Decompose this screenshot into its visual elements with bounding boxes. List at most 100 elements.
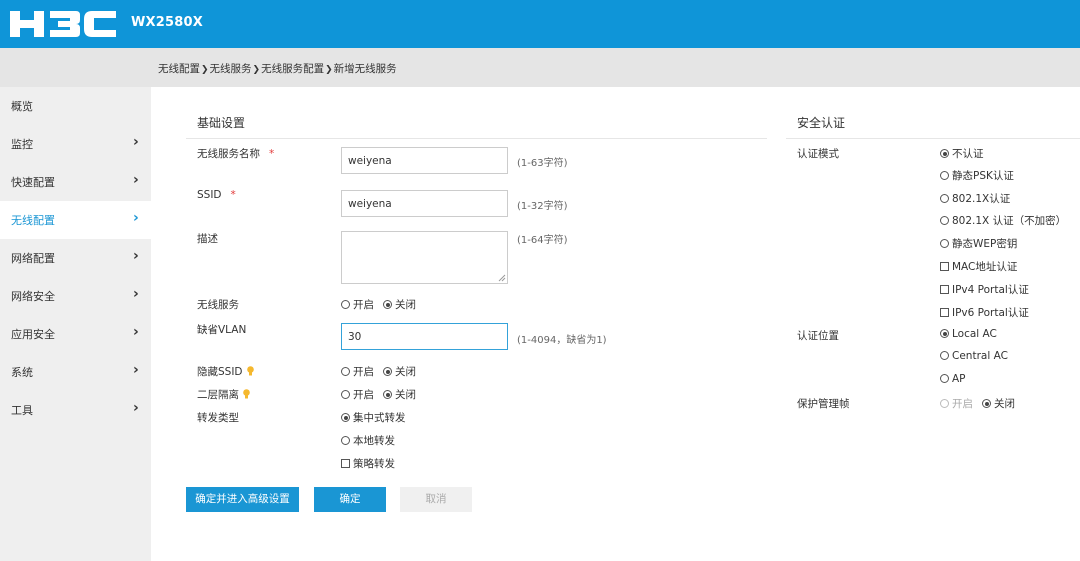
radio-label: 不认证 (952, 148, 984, 160)
chevron-right-icon: › (133, 172, 139, 188)
lightbulb-icon[interactable] (243, 389, 250, 399)
checkbox-icon (940, 285, 949, 294)
auth-static-wep-radio[interactable]: 静态WEP密钥 (940, 236, 1017, 251)
forward-local-radio[interactable]: 本地转发 (341, 433, 395, 448)
resize-grip-icon[interactable] (498, 274, 506, 282)
radio-checked-icon (383, 390, 392, 399)
auth-mac-checkbox[interactable]: MAC地址认证 (940, 259, 1017, 274)
field-label-text: 隐藏SSID (197, 366, 243, 378)
wireless-service-on-radio[interactable]: 开启 (341, 297, 374, 312)
radio-label: 802.1X认证 (952, 193, 1011, 205)
sidebar-item-system[interactable]: 系统 › (0, 353, 151, 391)
radio-icon (341, 367, 350, 376)
ok-button[interactable]: 确定 (314, 487, 386, 512)
chevron-right-icon: › (133, 248, 139, 264)
radio-label: 关闭 (395, 299, 416, 311)
sidebar: 概览 监控 › 快速配置 › 无线配置 › 网络配置 › 网络安全 › 应用安全… (0, 87, 151, 561)
radio-label: Local AC (952, 328, 997, 340)
auth-local-ac-radio[interactable]: Local AC (940, 328, 997, 340)
radio-label: 关闭 (994, 398, 1015, 410)
ssid-label: SSID * (197, 189, 236, 201)
sidebar-item-app-security[interactable]: 应用安全 › (0, 315, 151, 353)
auth-ipv4-portal-checkbox[interactable]: IPv4 Portal认证 (940, 282, 1029, 297)
l2-isolation-on-radio[interactable]: 开启 (341, 387, 374, 402)
radio-label: 开启 (353, 366, 374, 378)
checkbox-label: MAC地址认证 (952, 261, 1018, 273)
radio-icon (341, 390, 350, 399)
default-vlan-label: 缺省VLAN (197, 324, 247, 336)
auth-8021x-noenc-radio[interactable]: 802.1X 认证（不加密） (940, 213, 1066, 228)
chevron-right-icon: › (133, 134, 139, 150)
radio-checked-icon (940, 149, 949, 158)
description-textarea[interactable] (341, 231, 508, 284)
checkbox-icon (940, 308, 949, 317)
section-divider (186, 138, 767, 139)
sidebar-item-network-config[interactable]: 网络配置 › (0, 239, 151, 277)
auth-static-psk-radio[interactable]: 静态PSK认证 (940, 168, 1014, 183)
policy-forward-checkbox[interactable]: 策略转发 (341, 456, 395, 471)
l2-isolation-off-radio[interactable]: 关闭 (383, 387, 416, 402)
breadcrumb-item[interactable]: 无线服务 (210, 63, 252, 75)
lightbulb-icon[interactable] (246, 366, 254, 376)
auth-ipv6-portal-checkbox[interactable]: IPv6 Portal认证 (940, 305, 1029, 320)
radio-icon (341, 436, 350, 445)
security-auth-title: 安全认证 (797, 116, 846, 130)
cancel-button[interactable]: 取消 (400, 487, 472, 512)
hide-ssid-label: 隐藏SSID (197, 364, 254, 379)
hide-ssid-on-radio[interactable]: 开启 (341, 364, 374, 379)
ssid-hint: (1-32字符) (517, 201, 568, 212)
radio-label: 开启 (353, 299, 374, 311)
description-hint: (1-64字符) (517, 235, 568, 246)
radio-label: 静态WEP密钥 (952, 238, 1018, 250)
default-vlan-input[interactable] (341, 323, 508, 350)
sidebar-item-monitor[interactable]: 监控 › (0, 125, 151, 163)
auth-ap-radio[interactable]: AP (940, 373, 966, 385)
sidebar-item-overview[interactable]: 概览 (0, 87, 151, 125)
radio-label: 关闭 (395, 366, 416, 378)
l2-isolation-label: 二层隔离 (197, 387, 250, 402)
checkbox-label: IPv6 Portal认证 (952, 307, 1029, 319)
breadcrumb-item[interactable]: 无线服务配置 (261, 63, 324, 75)
confirm-advanced-button[interactable]: 确定并进入高级设置 (186, 487, 299, 512)
service-name-input[interactable] (341, 147, 508, 174)
radio-label: 802.1X 认证（不加密） (952, 215, 1067, 227)
auth-none-radio[interactable]: 不认证 (940, 146, 984, 161)
checkbox-label: IPv4 Portal认证 (952, 284, 1029, 296)
auth-8021x-radio[interactable]: 802.1X认证 (940, 191, 1010, 206)
radio-checked-icon (383, 367, 392, 376)
sidebar-item-label: 概览 (11, 100, 33, 113)
checkbox-icon (341, 459, 350, 468)
breadcrumb-separator-icon: ❯ (252, 65, 261, 75)
chevron-right-icon: › (133, 324, 139, 340)
pmf-off-radio[interactable]: 关闭 (982, 396, 1015, 411)
h3c-logo (10, 11, 116, 37)
radio-label: AP (952, 373, 966, 385)
sidebar-item-network-security[interactable]: 网络安全 › (0, 277, 151, 315)
field-label-text: 无线服务名称 (197, 148, 260, 160)
radio-icon (940, 171, 949, 180)
service-name-hint: (1-63字符) (517, 158, 568, 169)
radio-label: 本地转发 (353, 435, 395, 447)
radio-icon (940, 399, 949, 408)
chevron-right-icon: › (133, 286, 139, 302)
hide-ssid-off-radio[interactable]: 关闭 (383, 364, 416, 379)
checkbox-label: 策略转发 (353, 458, 395, 470)
breadcrumb-item[interactable]: 无线配置 (158, 63, 200, 75)
sidebar-item-tools[interactable]: 工具 › (0, 391, 151, 429)
radio-label: 静态PSK认证 (952, 170, 1014, 182)
device-model: WX2580X (131, 15, 203, 30)
radio-label: 开启 (353, 389, 374, 401)
sidebar-item-quick-config[interactable]: 快速配置 › (0, 163, 151, 201)
radio-icon (341, 300, 350, 309)
radio-icon (940, 216, 949, 225)
field-label-text: 二层隔离 (197, 389, 239, 401)
wireless-service-off-radio[interactable]: 关闭 (383, 297, 416, 312)
breadcrumb: 无线配置❯无线服务❯无线服务配置❯新增无线服务 (158, 61, 397, 76)
breadcrumb-item-current: 新增无线服务 (333, 63, 397, 75)
ssid-input[interactable] (341, 190, 508, 217)
auth-central-ac-radio[interactable]: Central AC (940, 350, 1008, 362)
radio-label: 集中式转发 (353, 412, 406, 424)
forward-centralized-radio[interactable]: 集中式转发 (341, 410, 406, 425)
checkbox-icon (940, 262, 949, 271)
sidebar-item-wireless-config[interactable]: 无线配置 › (0, 201, 151, 239)
